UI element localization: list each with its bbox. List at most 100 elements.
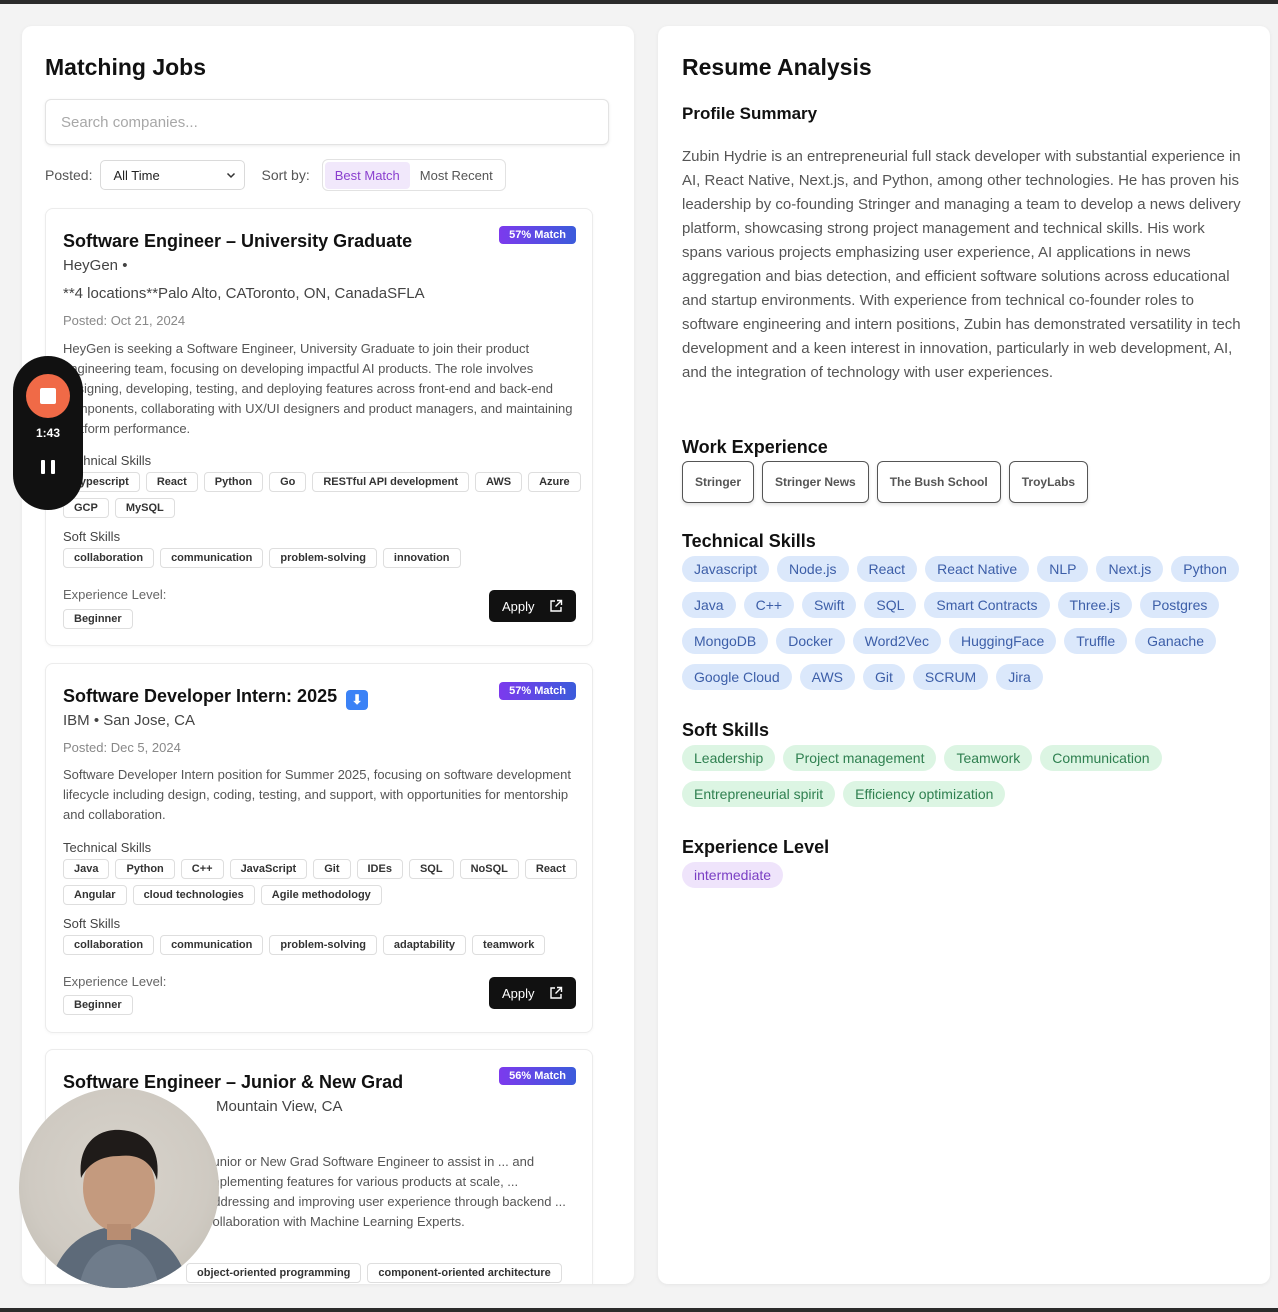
skill-chip: collaboration (63, 548, 155, 568)
skill-pill: Efficiency optimization (843, 781, 1006, 807)
skill-pill: Java (682, 592, 736, 618)
skill-chip: AWS (475, 472, 523, 492)
panel-title: Matching Jobs (45, 54, 207, 80)
skill-pill: Python (1171, 556, 1239, 582)
apply-label: Apply (502, 985, 535, 1001)
skill-chip: React (524, 859, 577, 879)
skill-chip: Agile methodology (260, 885, 382, 905)
skill-chip: IDEs (356, 859, 403, 879)
sort-label: Sort by: (261, 167, 310, 183)
work-item[interactable]: TroyLabs (1008, 461, 1089, 503)
skill-chip: Java (63, 859, 110, 879)
match-badge: 57% Match (499, 226, 576, 244)
technical-skills-heading: Technical Skills (682, 531, 816, 551)
skill-pill: C++ (743, 592, 795, 618)
screen-recorder-widget: 1:43 (13, 356, 83, 510)
skill-pill: Teamwork (944, 745, 1033, 771)
job-title[interactable]: Software Engineer – University Graduate (63, 231, 412, 252)
level-chip: Beginner (63, 995, 133, 1015)
technical-skills-list: Typescript React Python Go RESTful API d… (63, 472, 583, 518)
job-card[interactable]: Software Engineer – University Graduate … (45, 208, 593, 646)
skill-chip: object-oriented programming (186, 1263, 362, 1283)
skill-pill: Docker (776, 628, 845, 654)
profile-summary-text: Zubin Hydrie is an entrepreneurial full … (682, 148, 1241, 381)
experience-level-heading: Experience Level (682, 837, 830, 857)
skill-chip: Python (203, 472, 264, 492)
experience-level-label: Experience Level: (63, 587, 167, 602)
job-locations: **4 locations**Palo Alto, CAToronto, ON,… (63, 285, 425, 302)
experience-level-label: Experience Level: (63, 974, 167, 989)
skill-pill: AWS (799, 664, 855, 690)
skill-pill: Truffle (1064, 628, 1128, 654)
soft-skills-list: collaboration communication problem-solv… (63, 548, 583, 568)
work-item[interactable]: The Bush School (876, 461, 1001, 503)
job-description: HeyGen is seeking a Software Engineer, U… (63, 341, 573, 436)
job-card[interactable]: Software Developer Intern: 2025 ⬇ 57% Ma… (45, 663, 593, 1033)
skill-pill: Word2Vec (852, 628, 941, 654)
job-company: IBM • San Jose, CA (63, 712, 195, 729)
external-link-icon (550, 986, 563, 999)
skill-pill: Next.js (1096, 556, 1164, 582)
sort-best-match[interactable]: Best Match (324, 161, 410, 189)
skill-chip: Python (115, 859, 175, 879)
stop-recording-button[interactable] (26, 374, 70, 418)
technical-skills-list: object-oriented programming component-or… (186, 1263, 586, 1283)
skill-chip: RESTful API development (312, 472, 470, 492)
apply-button[interactable]: Apply (489, 590, 576, 622)
skill-chip: React (145, 472, 198, 492)
soft-skills-heading: Soft Skills (682, 720, 770, 740)
job-description: Software Developer Intern position for S… (63, 767, 571, 822)
skill-pill: Google Cloud (682, 664, 792, 690)
skill-pill: NLP (1037, 556, 1089, 582)
skill-pill: Swift (802, 592, 857, 618)
job-title[interactable]: Software Developer Intern: 2025 ⬇ (63, 686, 369, 710)
work-item[interactable]: Stringer News (762, 461, 869, 503)
skill-pill: React (856, 556, 918, 582)
skill-pill: Leadership (682, 745, 776, 771)
skill-pill: Jira (996, 664, 1043, 690)
skill-pill: MongoDB (682, 628, 769, 654)
skill-chip: teamwork (472, 935, 546, 955)
chevron-down-icon (227, 172, 236, 179)
apply-label: Apply (502, 598, 535, 614)
skill-pill: Ganache (1135, 628, 1216, 654)
skill-pill: HuggingFace (948, 628, 1057, 654)
skill-chip: Git (313, 859, 351, 879)
technical-skills-list: Javascript Node.js React React Native NL… (682, 556, 1252, 690)
job-posted-date: Posted: Dec 5, 2024 (63, 740, 181, 755)
job-company: Mountain View, CA (216, 1098, 343, 1115)
skill-pill: Three.js (1057, 592, 1133, 618)
skill-chip: cloud technologies (132, 885, 255, 905)
posted-label: Posted: (45, 167, 93, 183)
panel-title: Resume Analysis (682, 54, 872, 80)
apply-button[interactable]: Apply (489, 977, 576, 1009)
person-silhouette-icon (49, 1129, 189, 1288)
pause-icon[interactable] (41, 460, 55, 474)
top-border (0, 0, 1278, 4)
posted-select[interactable]: All Time (100, 160, 246, 190)
skill-pill: Javascript (682, 556, 770, 582)
work-item[interactable]: Stringer (682, 461, 755, 503)
job-title-text: Software Developer Intern: 2025 (63, 686, 338, 706)
skill-pill: SCRUM (912, 664, 989, 690)
sort-most-recent[interactable]: Most Recent (410, 162, 503, 189)
skill-chip: MySQL (114, 498, 175, 518)
skill-chip: innovation (382, 548, 461, 568)
skill-chip: collaboration (63, 935, 155, 955)
skill-chip: communication (160, 548, 264, 568)
skill-chip: Angular (63, 885, 127, 905)
technical-skills-list: Java Python C++ JavaScript Git IDEs SQL … (63, 859, 583, 905)
download-emoji-icon: ⬇ (346, 690, 369, 710)
search-input[interactable] (45, 99, 609, 145)
skill-pill: Communication (1040, 745, 1162, 771)
posted-value: All Time (113, 167, 160, 183)
skill-chip: SQL (408, 859, 454, 879)
sort-toggle: Best Match Most Recent (321, 159, 506, 191)
match-badge: 56% Match (499, 1067, 576, 1085)
work-experience-heading: Work Experience (682, 437, 828, 457)
soft-skills-label: Soft Skills (63, 916, 121, 931)
level-pill: intermediate (682, 862, 784, 888)
soft-skills-label: Soft Skills (63, 529, 121, 544)
skill-chip: adaptability (382, 935, 467, 955)
skill-pill: Git (863, 664, 905, 690)
